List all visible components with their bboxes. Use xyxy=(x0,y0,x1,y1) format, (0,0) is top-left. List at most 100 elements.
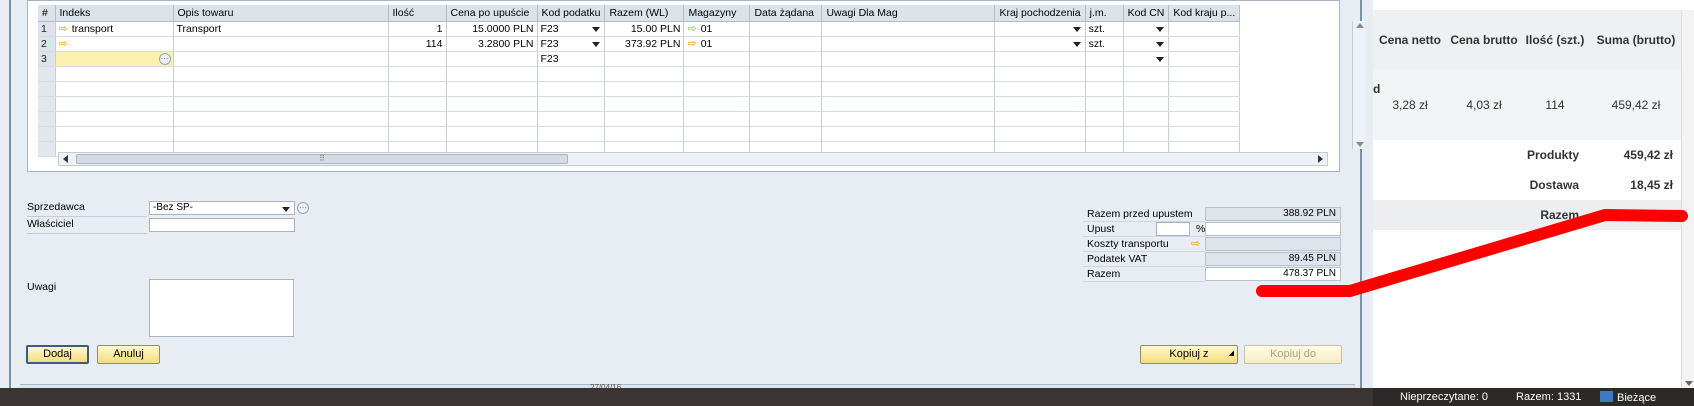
row-number[interactable] xyxy=(38,96,56,112)
current-status[interactable]: Bieżące xyxy=(1600,391,1656,404)
table-row[interactable]: 2 ⇨ 114 3.2800 PLN F23 373.92 PLN ⇨ 01 sz… xyxy=(38,36,1241,52)
uwagi-textarea[interactable] xyxy=(149,279,294,337)
link-arrow-icon[interactable]: ⇨ xyxy=(59,37,68,50)
col-header-kod-cn[interactable]: Kod CN xyxy=(1123,5,1170,22)
kopiuj-z-button[interactable]: Kopiuj z ◢ xyxy=(1140,345,1238,364)
link-arrow-icon[interactable]: ⇨ xyxy=(687,22,696,35)
cell-opis[interactable] xyxy=(173,51,389,67)
cell-uwagi-mag[interactable] xyxy=(821,21,996,37)
link-arrow-icon[interactable]: ⇨ xyxy=(59,22,68,35)
table-row-empty[interactable] xyxy=(38,126,1241,142)
col-header-kraj[interactable]: Kraj pochodzenia xyxy=(994,5,1086,22)
cell-cena[interactable] xyxy=(446,51,538,67)
col-header-kod-podatku[interactable]: Kod podatku xyxy=(537,5,606,22)
cell-magazyn[interactable]: ⇨ 01 xyxy=(683,21,751,37)
cell-data-zadana[interactable] xyxy=(749,51,823,67)
sprzedawca-select[interactable]: -Bez SP- xyxy=(149,201,295,215)
scroll-down-icon[interactable] xyxy=(1356,142,1364,147)
cell-data-zadana[interactable] xyxy=(749,36,823,52)
col-header-cena[interactable]: Cena po upuście xyxy=(446,5,538,22)
dodaj-button[interactable]: Dodaj xyxy=(26,345,89,364)
col-header-indeks[interactable]: Indeks xyxy=(55,5,174,22)
grid-vertical-scrollbar[interactable] xyxy=(1352,21,1365,149)
cell-kod-podatku[interactable]: F23 xyxy=(537,21,606,37)
cell-cena[interactable]: 3.2800 PLN xyxy=(446,36,538,52)
row-number[interactable] xyxy=(38,111,56,127)
row-number[interactable] xyxy=(38,141,56,157)
col-header-uwagi-mag[interactable]: Uwagi Dla Mag xyxy=(821,5,996,22)
cell-kod-podatku[interactable]: F23 xyxy=(537,36,606,52)
cell-uwagi-mag[interactable] xyxy=(821,36,996,52)
row-number[interactable] xyxy=(38,81,56,97)
cell-jm[interactable] xyxy=(1085,51,1124,67)
table-row-empty[interactable] xyxy=(38,81,1241,97)
cell-opis[interactable] xyxy=(173,36,389,52)
link-arrow-icon[interactable]: ⇨ xyxy=(687,37,696,50)
cell-opis[interactable]: Transport xyxy=(173,21,389,37)
upust-value-field[interactable] xyxy=(1205,222,1341,236)
col-header-kod-kraju[interactable]: Kod kraju p... xyxy=(1168,5,1241,22)
info-icon[interactable]: ⋯ xyxy=(297,202,309,214)
scroll-right-icon[interactable] xyxy=(1318,155,1323,163)
col-header-data-zadana[interactable]: Data żądana xyxy=(749,5,823,22)
cell-razem[interactable]: 373.92 PLN xyxy=(604,36,685,52)
row-number[interactable]: 1 xyxy=(38,21,56,37)
unread-status[interactable]: Nieprzeczytane: 0 xyxy=(1400,391,1488,403)
table-row-empty[interactable] xyxy=(38,96,1241,112)
choose-from-list-icon[interactable]: ⋯ xyxy=(158,52,171,65)
cell-magazyn[interactable]: ⇨ 01 xyxy=(683,36,751,52)
page-scrollbar[interactable] xyxy=(1681,10,1694,388)
cell-kod-cn[interactable] xyxy=(1123,36,1170,52)
cell-cena[interactable]: 15.0000 PLN xyxy=(446,21,538,37)
cell-kod-kraju[interactable] xyxy=(1168,51,1241,67)
cell-jm[interactable]: szt. xyxy=(1085,21,1124,37)
row-number[interactable] xyxy=(38,66,56,82)
col-header-razem[interactable]: Razem (WL) xyxy=(604,5,685,22)
header-cena-brutto: Cena brutto xyxy=(1447,10,1521,70)
scroll-up-icon[interactable] xyxy=(1356,23,1364,28)
table-row-empty[interactable] xyxy=(38,66,1241,82)
col-header-ilosc[interactable]: Ilość xyxy=(388,5,447,22)
col-header-num[interactable]: # xyxy=(38,5,56,22)
table-row[interactable]: 3 ⋯ F23 xyxy=(38,51,1241,67)
cell-uwagi-mag[interactable] xyxy=(821,51,996,67)
cell-kod-cn[interactable] xyxy=(1123,21,1170,37)
col-header-jm[interactable]: j.m. xyxy=(1085,5,1124,22)
table-row-empty[interactable] xyxy=(38,111,1241,127)
link-arrow-icon[interactable]: ⇨ xyxy=(1191,237,1200,250)
cell-jm[interactable]: szt. xyxy=(1085,36,1124,52)
scroll-thumb[interactable]: ⠿ xyxy=(76,154,568,164)
cell-kod-kraju[interactable] xyxy=(1168,21,1241,37)
total-status[interactable]: Razem: 1331 xyxy=(1516,391,1581,403)
grid-horizontal-scrollbar[interactable]: ⠿ xyxy=(58,152,1328,166)
table-row[interactable]: 1 ⇨ transport Transport 1 15.0000 PLN F23… xyxy=(38,21,1241,37)
col-header-magazyny[interactable]: Magazyny xyxy=(683,5,751,22)
scroll-down-icon[interactable] xyxy=(1685,381,1693,386)
cell-indeks[interactable]: ⇨ xyxy=(55,36,174,52)
cell-ilosc[interactable] xyxy=(388,51,447,67)
row-number[interactable]: 2 xyxy=(38,36,56,52)
wlasciciel-field[interactable] xyxy=(149,218,295,232)
col-header-opis[interactable]: Opis towaru xyxy=(173,5,389,22)
cell-kraj[interactable] xyxy=(994,51,1086,67)
cell-ilosc[interactable]: 1 xyxy=(388,21,447,37)
upust-percent-field[interactable] xyxy=(1156,222,1190,236)
cell-kraj[interactable] xyxy=(994,21,1086,37)
row-number[interactable] xyxy=(38,126,56,142)
cell-kod-podatku[interactable]: F23 xyxy=(537,51,606,67)
scroll-left-icon[interactable] xyxy=(63,155,68,163)
cell-indeks-active[interactable]: ⋯ xyxy=(55,51,174,67)
cell-ilosc[interactable]: 114 xyxy=(388,36,447,52)
cell-kraj[interactable] xyxy=(994,36,1086,52)
cell-kod-kraju[interactable] xyxy=(1168,36,1241,52)
cell-data-zadana[interactable] xyxy=(749,21,823,37)
anuluj-button[interactable]: Anuluj xyxy=(97,345,160,364)
cell-magazyn[interactable] xyxy=(683,51,751,67)
cell-indeks-text: transport xyxy=(71,23,114,35)
cell-razem[interactable]: 15.00 PLN xyxy=(604,21,685,37)
cell-indeks[interactable]: ⇨ transport xyxy=(55,21,174,37)
cell-razem[interactable] xyxy=(604,51,685,67)
row-number[interactable]: 3 xyxy=(38,51,56,67)
cell-kod-cn[interactable] xyxy=(1123,51,1170,67)
razem-przed-label: Razem przed upustem xyxy=(1087,208,1193,220)
